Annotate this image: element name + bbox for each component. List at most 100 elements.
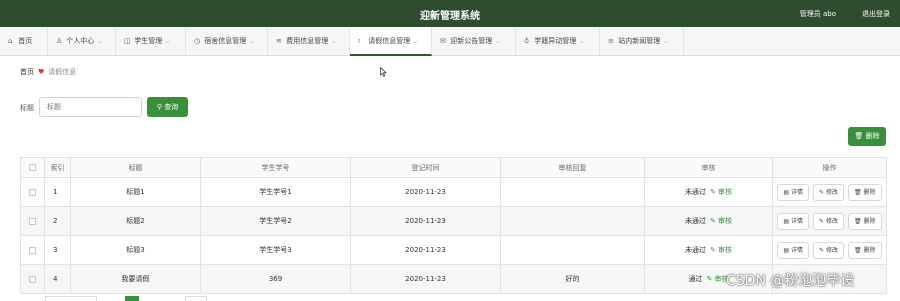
nav-dorm[interactable]: ◷ 宿舍信息管理 ⌄	[186, 27, 268, 56]
edit-icon: ✎	[709, 188, 716, 196]
cell-audit: 未通过 ✎ 审核	[644, 235, 773, 265]
cell-index: 4	[44, 264, 71, 294]
chevron-down-icon: ⌄	[579, 38, 585, 45]
page-size-select[interactable]	[45, 296, 97, 301]
search-button[interactable]: ⚲ 查询	[147, 97, 188, 117]
row-checkbox[interactable]	[29, 275, 36, 283]
page-button-current[interactable]	[125, 296, 139, 301]
cell-student-no: 369	[200, 264, 351, 294]
nav-label: 个人中心	[66, 37, 95, 45]
main-nav: ⌂ 首页 ♙ 个人中心 ⌄ ◫ 学生管理 ⌄ ◷ 宿舍信息管理 ⌄ ≋ 费用信息管理 ⌄…	[0, 27, 900, 56]
cell-index: 1	[44, 177, 71, 207]
nav-news[interactable]: ≡ 站内新闻管理 ⌄	[600, 27, 684, 56]
detail-button[interactable]: ▤ 详情	[777, 241, 810, 259]
search-input[interactable]	[39, 97, 142, 117]
nav-label: 宿舍信息管理	[204, 37, 247, 45]
trash-icon: 🗑	[854, 246, 862, 254]
breadcrumb: 首页 ♥ 请假信息	[20, 67, 76, 77]
cell-index: 3	[44, 235, 71, 265]
page-jump-input[interactable]	[185, 296, 207, 301]
detail-button[interactable]: ▤ 详情	[777, 212, 810, 230]
col-student-no: 学生学号	[200, 157, 351, 178]
audit-link[interactable]: ✎ 审核	[710, 217, 732, 225]
search-label: 标题	[20, 104, 34, 112]
logout-link[interactable]: 退出登录	[862, 9, 890, 19]
cell-reply: 好的	[500, 264, 645, 294]
nav-fees[interactable]: ≋ 费用信息管理 ⌄	[268, 27, 350, 56]
edit-button[interactable]: ✎ 修改	[813, 212, 844, 230]
current-user: 管理员 abo	[799, 10, 836, 18]
col-reply: 审核回复	[500, 157, 645, 178]
cell-date: 2020-11-23	[350, 206, 501, 236]
nav-profile[interactable]: ♙ 个人中心 ⌄	[48, 27, 116, 56]
edit-icon: ✎	[709, 246, 716, 254]
nav-status-change[interactable]: ♁ 学籍异动管理 ⌄	[516, 27, 600, 56]
cell-student-no: 学生学号2	[200, 206, 351, 236]
col-actions: 操作	[772, 157, 887, 178]
row-checkbox[interactable]	[29, 246, 36, 254]
table-row: 1 标题1 学生学号1 2020-11-23 未通过 ✎ 审核 ▤ 详情 ✎ 修改 🗑…	[20, 177, 887, 207]
cell-title: 标题1	[70, 177, 201, 207]
nav-label: 请假信息管理	[368, 37, 411, 45]
batch-delete-button[interactable]: 🗑 删除	[848, 127, 886, 146]
nav-leave[interactable]: ♮ 请假信息管理 ⌄	[350, 27, 432, 56]
nav-students[interactable]: ◫ 学生管理 ⌄	[116, 27, 186, 56]
edit-icon: ✎	[706, 275, 713, 283]
audit-link[interactable]: ✎ 审核	[710, 188, 732, 196]
chevron-down-icon: ⌄	[97, 38, 103, 45]
cell-reply	[500, 235, 645, 265]
col-date: 登记时间	[350, 157, 501, 178]
nav-label: 学生管理	[134, 37, 163, 45]
delete-button[interactable]: 🗑 删除	[848, 212, 882, 230]
cell-date: 2020-11-23	[350, 177, 501, 207]
prev-page-button[interactable]	[107, 296, 119, 301]
edit-icon: ✎	[819, 217, 825, 225]
nav-home[interactable]: ⌂ 首页	[0, 27, 48, 56]
search-button-label: 查询	[164, 103, 179, 111]
heart-icon: ♥	[38, 68, 45, 76]
row-checkbox[interactable]	[29, 188, 36, 196]
fee-icon: ≋	[276, 37, 282, 45]
chevron-down-icon: ⌄	[249, 38, 255, 45]
breadcrumb-current: 请假信息	[48, 68, 77, 76]
home-icon: ⌂	[8, 37, 13, 45]
chevron-down-icon: ⌄	[165, 38, 171, 45]
top-header: 迎新管理系统 管理员 abo 退出登录	[0, 0, 900, 27]
user-icon: ♙	[56, 37, 63, 45]
select-all-cell[interactable]	[20, 157, 45, 178]
audit-status: 未通过	[684, 217, 706, 225]
audit-link[interactable]: ✎ 审核	[710, 246, 732, 254]
cell-actions: ▤ 详情 ✎ 修改 🗑 删除	[772, 177, 887, 207]
edit-icon: ✎	[709, 217, 716, 225]
nav-notices[interactable]: ✉ 迎新公告管理 ⌄	[432, 27, 516, 56]
row-checkbox[interactable]	[29, 217, 36, 225]
cell-reply	[500, 206, 645, 236]
select-all-checkbox[interactable]	[29, 164, 36, 171]
nav-label: 学籍异动管理	[534, 37, 577, 45]
cell-audit: 未通过 ✎ 审核	[644, 206, 773, 236]
trash-icon: 🗑	[854, 217, 862, 225]
student-icon: ◫	[124, 37, 131, 45]
delete-button[interactable]: 🗑 删除	[848, 241, 882, 259]
audit-status: 未通过	[684, 246, 706, 254]
watermark: CSDN @粉泡泡毕设	[726, 273, 855, 289]
chevron-down-icon: ⌄	[495, 38, 501, 45]
breadcrumb-home[interactable]: 首页	[20, 68, 34, 76]
mail-icon: ✉	[440, 37, 446, 45]
app-title: 迎新管理系统	[420, 11, 480, 22]
cell-actions: ▤ 详情 ✎ 修改 🗑 删除	[772, 235, 887, 265]
cell-student-no: 学生学号3	[200, 235, 351, 265]
audit-status: 通过	[688, 275, 703, 283]
cell-title: 标题3	[70, 235, 201, 265]
edit-button[interactable]: ✎ 修改	[813, 183, 844, 201]
edit-button[interactable]: ✎ 修改	[813, 241, 844, 259]
cell-reply	[500, 177, 645, 207]
trash-icon: 🗑	[854, 188, 862, 196]
dorm-icon: ◷	[194, 37, 201, 45]
detail-button[interactable]: ▤ 详情	[777, 183, 810, 201]
delete-button[interactable]: 🗑 删除	[848, 183, 882, 201]
nav-label: 迎新公告管理	[450, 37, 493, 45]
cell-index: 2	[44, 206, 71, 236]
audit-status: 未通过	[684, 188, 706, 196]
batch-delete-label: 删除	[865, 132, 880, 140]
